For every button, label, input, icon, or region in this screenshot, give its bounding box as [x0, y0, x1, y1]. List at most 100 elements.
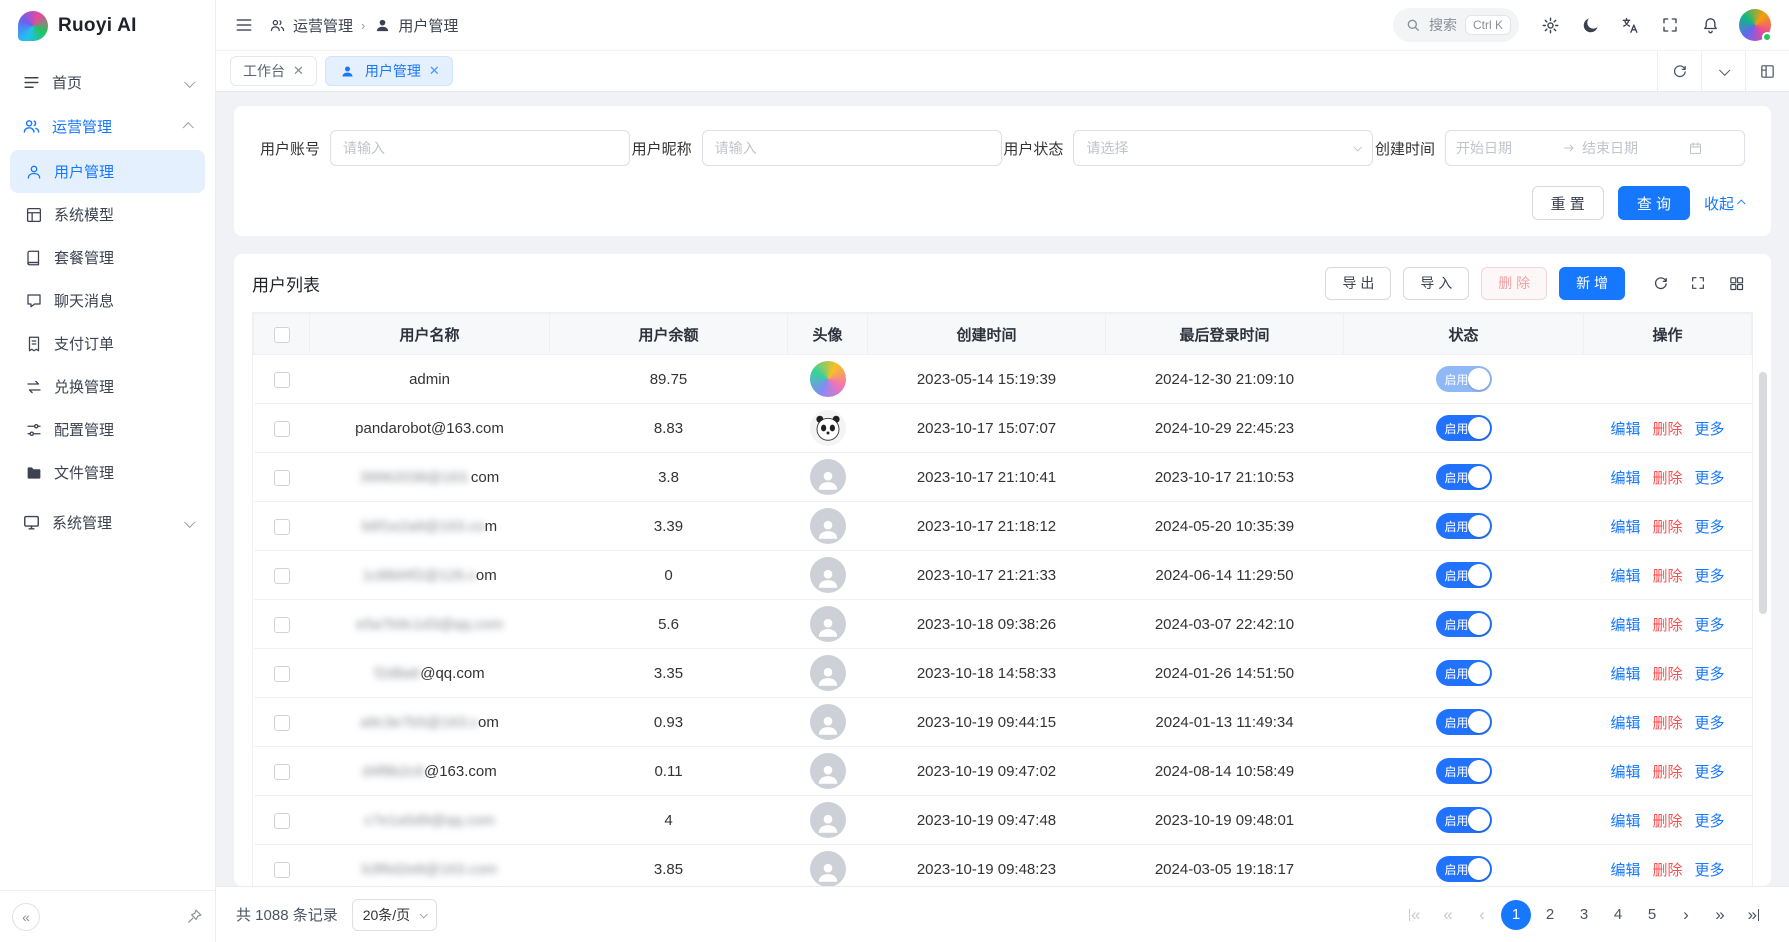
- edit-link[interactable]: 编辑: [1610, 715, 1640, 732]
- sidebar-item-home[interactable]: 首页: [10, 60, 205, 104]
- notifications-bell-icon[interactable]: [1693, 8, 1727, 42]
- edit-link[interactable]: 编辑: [1610, 617, 1640, 634]
- status-toggle[interactable]: 启用: [1436, 660, 1492, 686]
- more-link[interactable]: 更多: [1695, 617, 1725, 634]
- page-button-3[interactable]: 3: [1569, 900, 1599, 930]
- sidebar-item-config-management[interactable]: 配置管理: [10, 408, 205, 451]
- sidebar-item-file-management[interactable]: 文件管理: [10, 451, 205, 494]
- settings-gear-icon[interactable]: [1533, 8, 1567, 42]
- logo[interactable]: Ruoyi AI: [0, 0, 215, 52]
- status-toggle[interactable]: 启用: [1436, 562, 1492, 588]
- chevron-down-icon[interactable]: [1701, 51, 1745, 91]
- edit-link[interactable]: 编辑: [1610, 862, 1640, 879]
- more-link[interactable]: 更多: [1695, 519, 1725, 536]
- row-checkbox[interactable]: [274, 519, 290, 535]
- export-button[interactable]: 导 出: [1325, 267, 1391, 300]
- delete-link[interactable]: 删除: [1652, 568, 1682, 585]
- edit-link[interactable]: 编辑: [1610, 813, 1640, 830]
- table-refresh-icon[interactable]: [1643, 266, 1677, 300]
- sidebar-item-user-management[interactable]: 用户管理: [10, 150, 205, 193]
- status-toggle[interactable]: 启用: [1436, 366, 1492, 392]
- more-link[interactable]: 更多: [1695, 666, 1725, 683]
- column-settings-icon[interactable]: [1719, 266, 1753, 300]
- delete-link[interactable]: 删除: [1652, 764, 1682, 781]
- more-link[interactable]: 更多: [1695, 470, 1725, 487]
- tab-workbench[interactable]: 工作台 ✕: [230, 56, 317, 86]
- sidebar-item-system-management[interactable]: 系统管理: [10, 500, 205, 544]
- edit-link[interactable]: 编辑: [1610, 519, 1640, 536]
- add-button[interactable]: 新 增: [1559, 267, 1625, 300]
- edit-link[interactable]: 编辑: [1610, 470, 1640, 487]
- last-page-button[interactable]: »: [1739, 900, 1769, 930]
- delete-link[interactable]: 删除: [1652, 862, 1682, 879]
- page-size-select[interactable]: 20条/页: [352, 899, 437, 931]
- delete-link[interactable]: 删除: [1652, 715, 1682, 732]
- table-fullscreen-icon[interactable]: [1681, 266, 1715, 300]
- more-link[interactable]: 更多: [1695, 568, 1725, 585]
- nickname-input[interactable]: [702, 130, 1002, 166]
- page-button-5[interactable]: 5: [1637, 900, 1667, 930]
- breadcrumb-operations[interactable]: 运营管理: [268, 15, 353, 36]
- more-link[interactable]: 更多: [1695, 421, 1725, 438]
- edit-link[interactable]: 编辑: [1610, 764, 1640, 781]
- import-button[interactable]: 导 入: [1403, 267, 1469, 300]
- sidebar-item-exchange-management[interactable]: 兑换管理: [10, 365, 205, 408]
- prev-page-button[interactable]: ‹: [1467, 900, 1497, 930]
- start-date-input[interactable]: [1456, 140, 1556, 156]
- translate-icon[interactable]: [1613, 8, 1647, 42]
- delete-link[interactable]: 删除: [1652, 421, 1682, 438]
- page-button-4[interactable]: 4: [1603, 900, 1633, 930]
- row-checkbox[interactable]: [274, 764, 290, 780]
- row-checkbox[interactable]: [274, 715, 290, 731]
- reset-button[interactable]: 重 置: [1532, 186, 1604, 220]
- close-icon[interactable]: ✕: [429, 63, 440, 79]
- menu-toggle-icon[interactable]: [234, 15, 254, 35]
- prev-group-button[interactable]: «: [1433, 900, 1463, 930]
- table-scrollbar[interactable]: [1759, 372, 1767, 614]
- tab-user-management[interactable]: 用户管理 ✕: [325, 56, 453, 86]
- row-checkbox[interactable]: [274, 813, 290, 829]
- more-link[interactable]: 更多: [1695, 813, 1725, 830]
- delete-link[interactable]: 删除: [1652, 617, 1682, 634]
- end-date-input[interactable]: [1582, 140, 1682, 156]
- row-checkbox[interactable]: [274, 862, 290, 878]
- row-checkbox[interactable]: [274, 421, 290, 437]
- page-button-1[interactable]: 1: [1501, 900, 1531, 930]
- delete-link[interactable]: 删除: [1652, 470, 1682, 487]
- fullscreen-icon[interactable]: [1653, 8, 1687, 42]
- refresh-icon[interactable]: [1657, 51, 1701, 91]
- collapse-filter-link[interactable]: 收起: [1704, 193, 1745, 214]
- status-toggle[interactable]: 启用: [1436, 709, 1492, 735]
- status-toggle[interactable]: 启用: [1436, 513, 1492, 539]
- row-checkbox[interactable]: [274, 470, 290, 486]
- delete-link[interactable]: 删除: [1652, 519, 1682, 536]
- status-select[interactable]: 请选择: [1073, 130, 1373, 166]
- edit-link[interactable]: 编辑: [1610, 568, 1640, 585]
- more-link[interactable]: 更多: [1695, 862, 1725, 879]
- account-input[interactable]: [330, 130, 630, 166]
- delete-button[interactable]: 删 除: [1481, 267, 1547, 300]
- next-page-button[interactable]: ›: [1671, 900, 1701, 930]
- row-checkbox[interactable]: [274, 568, 290, 584]
- status-toggle[interactable]: 启用: [1436, 415, 1492, 441]
- edit-link[interactable]: 编辑: [1610, 421, 1640, 438]
- sidebar-item-chat-messages[interactable]: 聊天消息: [10, 279, 205, 322]
- next-group-button[interactable]: »: [1705, 900, 1735, 930]
- sidebar-collapse-button[interactable]: «: [12, 903, 40, 931]
- status-toggle[interactable]: 启用: [1436, 758, 1492, 784]
- status-toggle[interactable]: 启用: [1436, 611, 1492, 637]
- pin-icon[interactable]: [186, 908, 203, 925]
- breadcrumb-user-management[interactable]: 用户管理: [373, 15, 458, 36]
- sidebar-item-package-management[interactable]: 套餐管理: [10, 236, 205, 279]
- status-toggle[interactable]: 启用: [1436, 464, 1492, 490]
- user-avatar[interactable]: [1739, 9, 1771, 41]
- edit-link[interactable]: 编辑: [1610, 666, 1640, 683]
- tabbar-layout-icon[interactable]: [1745, 51, 1789, 91]
- first-page-button[interactable]: «: [1399, 900, 1429, 930]
- row-checkbox[interactable]: [274, 617, 290, 633]
- dark-mode-moon-icon[interactable]: [1573, 8, 1607, 42]
- close-icon[interactable]: ✕: [293, 63, 304, 79]
- delete-link[interactable]: 删除: [1652, 813, 1682, 830]
- global-search[interactable]: 搜索 Ctrl K: [1393, 8, 1519, 42]
- search-button[interactable]: 查 询: [1618, 186, 1690, 220]
